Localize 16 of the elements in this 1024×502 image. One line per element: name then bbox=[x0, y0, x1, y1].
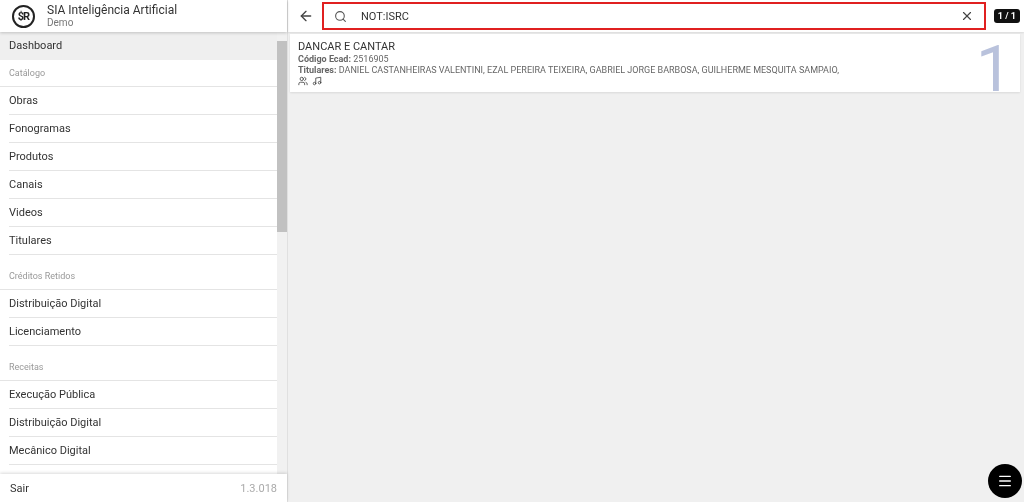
version-text: 1.3.018 bbox=[240, 481, 277, 495]
result-counter: 1 / 1 bbox=[993, 9, 1020, 23]
result-title: DANCAR E CANTAR bbox=[298, 40, 397, 53]
music-note-icon bbox=[312, 76, 322, 86]
app-subtitle: Demo bbox=[47, 17, 75, 29]
menu-icon bbox=[997, 473, 1013, 489]
sidebar-item[interactable]: Dashboard bbox=[0, 32, 277, 60]
menu-button[interactable] bbox=[988, 464, 1022, 498]
back-button[interactable] bbox=[298, 8, 314, 24]
search-bar[interactable]: NOT:ISRC bbox=[322, 2, 986, 30]
people-icon bbox=[298, 76, 308, 86]
search-input[interactable]: NOT:ISRC bbox=[359, 8, 948, 24]
app-logo: $R bbox=[12, 4, 35, 28]
search-icon bbox=[334, 9, 347, 23]
app-title: SIA Inteligência Artificial bbox=[47, 3, 178, 17]
logout-link[interactable]: Sair bbox=[10, 481, 29, 495]
